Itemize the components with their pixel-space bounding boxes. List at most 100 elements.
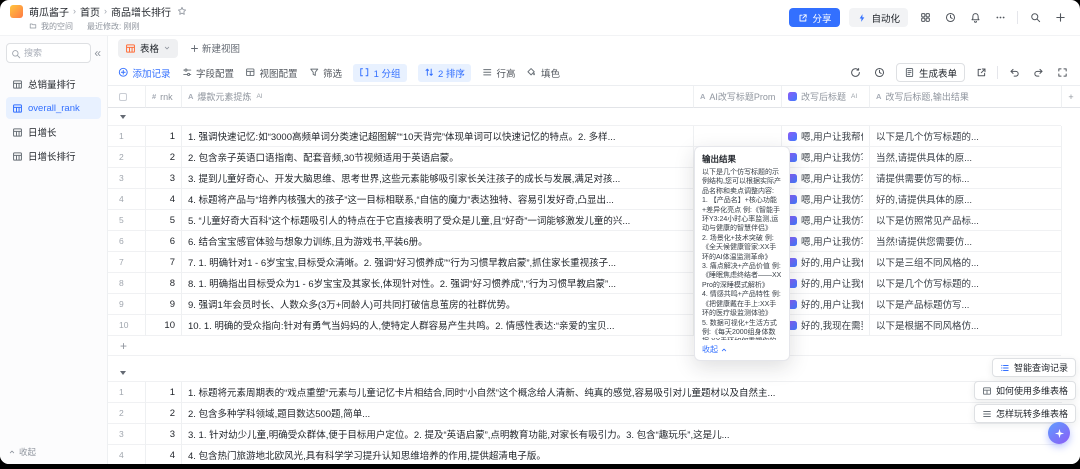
smart-query-records-button[interactable]: 智能查询记录 [991,358,1076,377]
sidebar-item-total-sales-rank[interactable]: 总销量排行 [6,73,101,95]
group-collapse-icon[interactable] [120,114,126,119]
row-number[interactable]: 2 [108,147,146,168]
expand-icon[interactable] [1054,65,1070,81]
sidebar-item-overall-rank[interactable]: overall_rank [6,97,101,119]
cell-element-summary[interactable]: 8. 1. 明确指出目标受众为1 - 6岁宝宝及其家长,体现针对性。2. 强调“… [182,273,694,294]
cell-rnk[interactable]: 8 [146,273,182,294]
base-tips-button[interactable]: 怎样玩转多维表格 [973,404,1076,423]
widgets-icon[interactable] [917,10,933,26]
column-header-output-result[interactable]: A 改写后标题,输出结果 [870,86,1062,108]
cell-rnk[interactable]: 10 [146,315,182,336]
cell-output-result[interactable]: 以下是根据不同风格仿... [870,315,1062,336]
cell-rewrite-prompt[interactable] [694,126,782,147]
cell-element-summary[interactable]: 9. 强调1年会员时长、人数众多(3万+同龄人)可共同打破信息茧房的社群优势。 [182,294,694,315]
popup-collapse-button[interactable]: 收起 [702,344,782,355]
favorite-star-icon[interactable] [177,6,187,16]
cell-output-result[interactable]: 以下是仿照常见产品标... [870,210,1062,231]
group-button[interactable]: 1 分组 [353,63,407,82]
cell-rewrite-title[interactable]: 好的,用户让我仿写... [782,294,870,315]
cell-element-summary[interactable]: 10. 1. 明确的受众指向:针对有勇气当妈妈的人,使特定人群容易产生共鸣。2.… [182,315,694,336]
cell-element-summary[interactable]: 4. 标题将产品与“培养内核强大的孩子”这一目标相联系,“自信的魔力”表达独特、… [182,189,694,210]
row-number[interactable]: 9 [108,294,146,315]
filter-button[interactable]: 筛选 [309,66,342,80]
cell-element-summary[interactable]: 3. 提到儿童好奇心、开发大脑思维、思考世界,这些元素能够吸引家长关注孩子的成长… [182,168,694,189]
search-icon[interactable] [1027,10,1043,26]
cell-rewrite-title[interactable]: 嗯,用户让我仿写... [782,147,870,168]
sidebar-item-daily-growth[interactable]: 日增长 [6,121,101,143]
row-number[interactable]: 5 [108,210,146,231]
row-number[interactable]: 2 [108,403,146,424]
create-new-icon[interactable] [1052,10,1068,26]
cell-rnk[interactable]: 3 [146,168,182,189]
cell-rewrite-title[interactable]: 嗯,用户让我仿写... [782,210,870,231]
row-number[interactable]: 10 [108,315,146,336]
undo-icon[interactable] [1006,65,1022,81]
add-field-button[interactable]: + [1062,86,1080,108]
row-number[interactable]: 6 [108,231,146,252]
add-record-row[interactable]: + [108,336,1061,356]
history-icon[interactable] [942,10,958,26]
cell-element-summary[interactable]: 5. “儿童好奇大百科”这个标题吸引人的特点在于它直接表明了受众是儿童,且“好奇… [182,210,694,231]
generate-form-button[interactable]: 生成表单 [895,63,965,82]
cell-rewrite-title[interactable]: 好的,用户让我仿... [782,252,870,273]
row-height-button[interactable]: 行高 [482,66,515,80]
automation-button[interactable]: 自动化 [849,8,908,27]
collapse-sidebar-icon[interactable]: « [94,47,101,59]
sidebar-search[interactable] [6,43,92,63]
cell-rnk[interactable]: 5 [146,210,182,231]
cell-rnk[interactable]: 3 [146,424,182,445]
cell-element-summary[interactable]: 6. 结合宝宝感官体验与想象力训练,且为游戏书,平装6册。 [182,231,694,252]
share-button[interactable]: 分享 [789,8,841,27]
group-header-row[interactable] [108,364,1061,382]
cell-output-result[interactable]: 当然,请提供具体的原... [870,147,1062,168]
group-header-row[interactable] [108,108,1061,126]
field-config-button[interactable]: 字段配置 [182,66,234,80]
fill-color-button[interactable]: 填色 [526,66,560,80]
timer-icon[interactable] [872,65,888,81]
cell-element-summary[interactable]: 2. 包含多种学科领域,题目数达500题,简单... [182,403,1062,424]
column-header-rnk[interactable]: # rnk [146,86,182,108]
sidebar-collapse-button[interactable]: 收起 [8,446,36,458]
sync-status-icon[interactable] [848,65,864,81]
cell-rewrite-title[interactable]: 好的,我现在需要... [782,315,870,336]
column-header-rewrite-prompt[interactable]: AAI改写标题Prompt [694,86,782,108]
cell-output-result[interactable]: 以下是三组不同风格的... [870,252,1062,273]
sort-button[interactable]: 2 排序 [417,63,471,82]
cell-output-result[interactable]: 请提供需要仿写的标... [870,168,1062,189]
row-number[interactable]: 4 [108,189,146,210]
sidebar-item-daily-growth-rank[interactable]: 日增长排行 [6,145,101,167]
row-number[interactable]: 3 [108,424,146,445]
redo-icon[interactable] [1030,65,1046,81]
row-number[interactable]: 4 [108,445,146,464]
row-number[interactable]: 1 [108,126,146,147]
row-number[interactable]: 3 [108,168,146,189]
cell-element-summary[interactable]: 3. 1. 针对幼少儿童,明确受众群体,便于目标用户定位。2. 提及“英语启蒙”… [182,424,1062,445]
cell-rnk[interactable]: 6 [146,231,182,252]
ai-assistant-button[interactable] [1048,422,1070,444]
view-config-button[interactable]: 视图配置 [245,66,298,80]
cell-rewrite-title[interactable]: 嗯,用户让我仿写... [782,231,870,252]
cell-rnk[interactable]: 9 [146,294,182,315]
cell-element-summary[interactable]: 4. 包含热门旅游地北欧风光,具有科学学习提升认知思维培养的作用,提供超清电子版… [182,445,1062,464]
select-all-checkbox[interactable] [119,92,127,101]
row-number[interactable]: 8 [108,273,146,294]
tab-grid-view[interactable]: 表格 [118,38,179,58]
cell-rnk[interactable]: 7 [146,252,182,273]
breadcrumb-item-home[interactable]: 首页 [80,4,100,19]
cell-rnk[interactable]: 2 [146,147,182,168]
column-header-rewrite-title[interactable]: 改写后标题 AI [782,86,870,108]
row-number[interactable]: 1 [108,382,146,403]
cell-rewrite-title[interactable]: 嗯,用户让我仿写... [782,168,870,189]
cell-output-result[interactable]: 以下是几个仿写标题的... [870,273,1062,294]
cell-rnk[interactable]: 2 [146,403,182,424]
cell-element-summary[interactable]: 2. 包含亲子英语口语指南、配套音频,30节视频适用于英语启蒙。 [182,147,694,168]
new-view-button[interactable]: 新建视图 [190,41,240,55]
cell-element-summary[interactable]: 7. 1. 明确针对1 - 6岁宝宝,目标受众清晰。2. 强调“好习惯养成”“行… [182,252,694,273]
share-view-icon[interactable] [973,65,989,81]
row-number[interactable]: 7 [108,252,146,273]
cell-rnk[interactable]: 4 [146,445,182,464]
cell-rewrite-title[interactable]: 嗯,用户让我仿写... [782,189,870,210]
notifications-icon[interactable] [967,10,983,26]
cell-element-summary[interactable]: 1. 强调快速记忆:如“3000高频单词分类速记超图解”“10天背完”体现单词可… [182,126,694,147]
add-record-button[interactable]: 添加记录 [118,66,171,80]
